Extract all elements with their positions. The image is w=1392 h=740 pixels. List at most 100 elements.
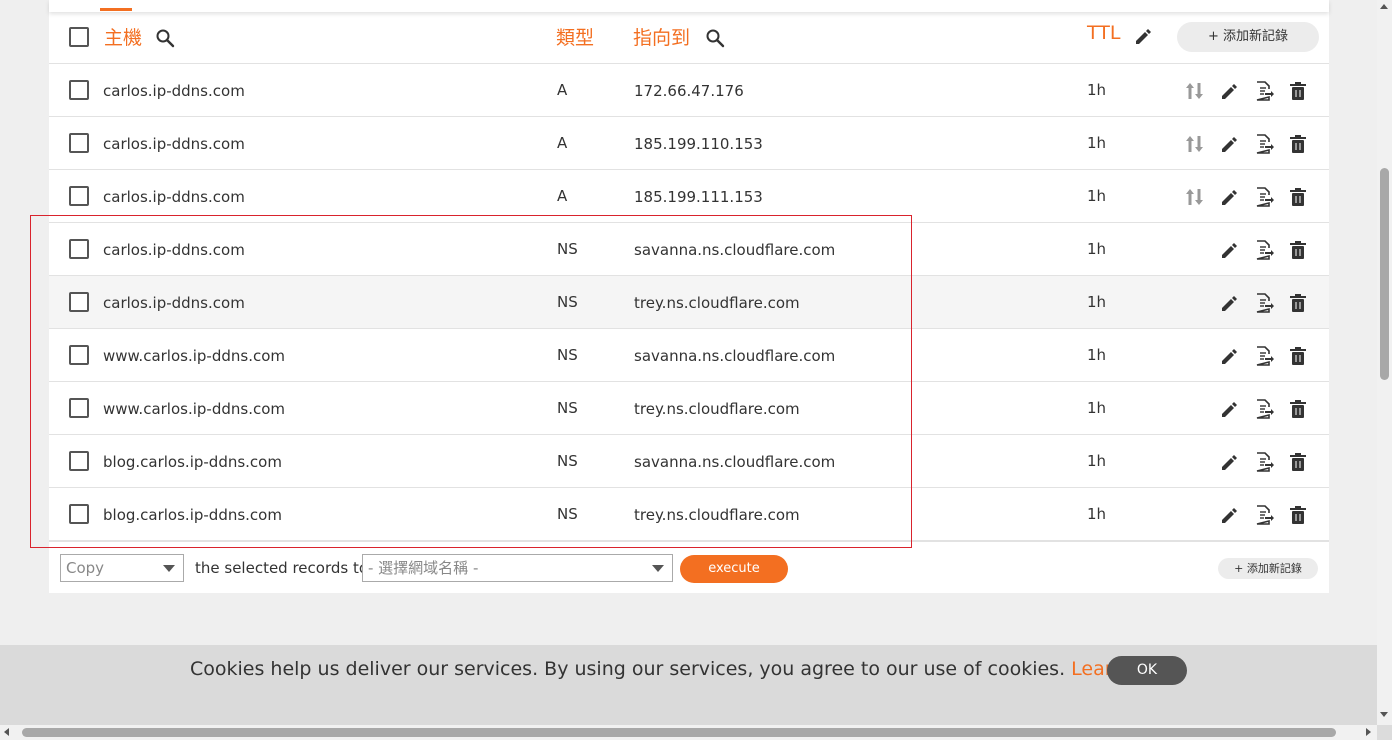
row-checkbox[interactable] bbox=[69, 292, 89, 312]
edit-pencil-icon[interactable] bbox=[1134, 28, 1152, 46]
record-host: carlos.ip-ddns.com bbox=[103, 82, 245, 100]
scroll-up-icon[interactable] bbox=[1380, 4, 1388, 9]
cookie-banner: Cookies help us deliver our services. By… bbox=[0, 645, 1377, 725]
domain-select-value: - 選擇網域名稱 - bbox=[368, 559, 479, 577]
horizontal-scrollbar[interactable] bbox=[0, 725, 1377, 740]
row-checkbox[interactable] bbox=[69, 345, 89, 365]
swap-vertical-icon[interactable] bbox=[1184, 133, 1206, 155]
row-checkbox[interactable] bbox=[69, 239, 89, 259]
edit-pencil-icon[interactable] bbox=[1219, 80, 1241, 102]
edit-pencil-icon[interactable] bbox=[1219, 345, 1241, 367]
horizontal-scroll-thumb[interactable] bbox=[22, 728, 1336, 737]
export-document-icon[interactable] bbox=[1253, 186, 1275, 208]
record-value: savanna.ns.cloudflare.com bbox=[634, 347, 836, 365]
trash-icon[interactable] bbox=[1287, 345, 1309, 367]
trash-icon[interactable] bbox=[1287, 451, 1309, 473]
record-type: NS bbox=[557, 293, 578, 311]
column-host-label: 主機 bbox=[104, 27, 143, 49]
record-host: www.carlos.ip-ddns.com bbox=[103, 347, 285, 365]
domain-select[interactable]: - 選擇網域名稱 - bbox=[362, 554, 673, 582]
record-ttl: 1h bbox=[1087, 452, 1107, 470]
vertical-scroll-thumb[interactable] bbox=[1380, 168, 1389, 380]
record-ttl: 1h bbox=[1087, 134, 1107, 152]
record-value: savanna.ns.cloudflare.com bbox=[634, 241, 836, 259]
column-points-to-label: 指向到 bbox=[633, 27, 691, 49]
record-host: www.carlos.ip-ddns.com bbox=[103, 400, 285, 418]
record-type: A bbox=[557, 134, 568, 152]
edit-pencil-icon[interactable] bbox=[1219, 451, 1241, 473]
export-document-icon[interactable] bbox=[1253, 133, 1275, 155]
edit-pencil-icon[interactable] bbox=[1219, 133, 1241, 155]
search-icon[interactable] bbox=[705, 28, 725, 48]
record-ttl: 1h bbox=[1087, 187, 1107, 205]
record-ttl: 1h bbox=[1087, 399, 1107, 417]
cookie-text: Cookies help us deliver our services. By… bbox=[190, 658, 1066, 680]
record-host: blog.carlos.ip-ddns.com bbox=[103, 453, 282, 471]
export-document-icon[interactable] bbox=[1253, 292, 1275, 314]
export-document-icon[interactable] bbox=[1253, 345, 1275, 367]
scroll-left-icon[interactable] bbox=[4, 728, 9, 736]
record-type: NS bbox=[557, 346, 578, 364]
export-document-icon[interactable] bbox=[1253, 451, 1275, 473]
search-icon[interactable] bbox=[155, 28, 175, 48]
record-value: trey.ns.cloudflare.com bbox=[634, 506, 800, 524]
cookie-ok-button[interactable]: OK bbox=[1107, 656, 1187, 685]
trash-icon[interactable] bbox=[1287, 133, 1309, 155]
table-row: blog.carlos.ip-ddns.com NS trey.ns.cloudfl… bbox=[49, 488, 1329, 541]
row-checkbox[interactable] bbox=[69, 504, 89, 524]
record-host: carlos.ip-ddns.com bbox=[103, 294, 245, 312]
export-document-icon[interactable] bbox=[1253, 398, 1275, 420]
record-host: carlos.ip-ddns.com bbox=[103, 241, 245, 259]
record-value: 185.199.110.153 bbox=[634, 135, 763, 153]
table-row: carlos.ip-ddns.com NS trey.ns.cloudflare.c… bbox=[49, 276, 1329, 329]
export-document-icon[interactable] bbox=[1253, 504, 1275, 526]
tab-bar bbox=[49, 0, 1329, 12]
column-ttl-label: TTL bbox=[1087, 22, 1121, 44]
execute-button[interactable]: execute bbox=[680, 555, 788, 583]
row-checkbox[interactable] bbox=[69, 186, 89, 206]
export-document-icon[interactable] bbox=[1253, 80, 1275, 102]
select-all-checkbox[interactable] bbox=[69, 27, 89, 47]
table-row: www.carlos.ip-ddns.com NS savanna.ns.cloud… bbox=[49, 329, 1329, 382]
swap-vertical-icon[interactable] bbox=[1184, 80, 1206, 102]
row-checkbox[interactable] bbox=[69, 133, 89, 153]
trash-icon[interactable] bbox=[1287, 239, 1309, 261]
add-record-button-bottom[interactable]: + 添加新記錄 bbox=[1218, 558, 1318, 579]
edit-pencil-icon[interactable] bbox=[1219, 398, 1241, 420]
active-tab-indicator bbox=[100, 8, 132, 11]
table-row: carlos.ip-ddns.com A 172.66.47.176 1h bbox=[49, 64, 1329, 117]
bulk-action-label: the selected records to bbox=[195, 559, 369, 577]
trash-icon[interactable] bbox=[1287, 292, 1309, 314]
export-document-icon[interactable] bbox=[1253, 239, 1275, 261]
table-header: 主機 類型 指向到 TTL bbox=[49, 12, 1329, 64]
row-checkbox[interactable] bbox=[69, 451, 89, 471]
record-value: savanna.ns.cloudflare.com bbox=[634, 453, 836, 471]
scroll-down-icon[interactable] bbox=[1380, 712, 1388, 717]
cookie-message: Cookies help us deliver our services. By… bbox=[190, 658, 1180, 680]
edit-pencil-icon[interactable] bbox=[1219, 292, 1241, 314]
swap-vertical-icon[interactable] bbox=[1184, 186, 1206, 208]
action-select[interactable]: Copy bbox=[60, 554, 184, 582]
record-ttl: 1h bbox=[1087, 240, 1107, 258]
trash-icon[interactable] bbox=[1287, 398, 1309, 420]
table-row: www.carlos.ip-ddns.com NS trey.ns.cloudfla… bbox=[49, 382, 1329, 435]
edit-pencil-icon[interactable] bbox=[1219, 504, 1241, 526]
scroll-right-icon[interactable] bbox=[1366, 728, 1371, 736]
trash-icon[interactable] bbox=[1287, 80, 1309, 102]
record-host: carlos.ip-ddns.com bbox=[103, 188, 245, 206]
vertical-scrollbar[interactable] bbox=[1377, 0, 1392, 725]
edit-pencil-icon[interactable] bbox=[1219, 239, 1241, 261]
edit-pencil-icon[interactable] bbox=[1219, 186, 1241, 208]
row-checkbox[interactable] bbox=[69, 398, 89, 418]
record-type: NS bbox=[557, 505, 578, 523]
chevron-down-icon bbox=[163, 565, 175, 572]
record-type: NS bbox=[557, 240, 578, 258]
scrollbar-corner bbox=[1377, 725, 1392, 740]
row-checkbox[interactable] bbox=[69, 80, 89, 100]
trash-icon[interactable] bbox=[1287, 186, 1309, 208]
record-value: trey.ns.cloudflare.com bbox=[634, 294, 800, 312]
record-ttl: 1h bbox=[1087, 505, 1107, 523]
add-record-button[interactable]: + 添加新記錄 bbox=[1177, 22, 1319, 52]
trash-icon[interactable] bbox=[1287, 504, 1309, 526]
bulk-action-bar: Copy the selected records to - 選擇網域名稱 - … bbox=[49, 541, 1329, 593]
